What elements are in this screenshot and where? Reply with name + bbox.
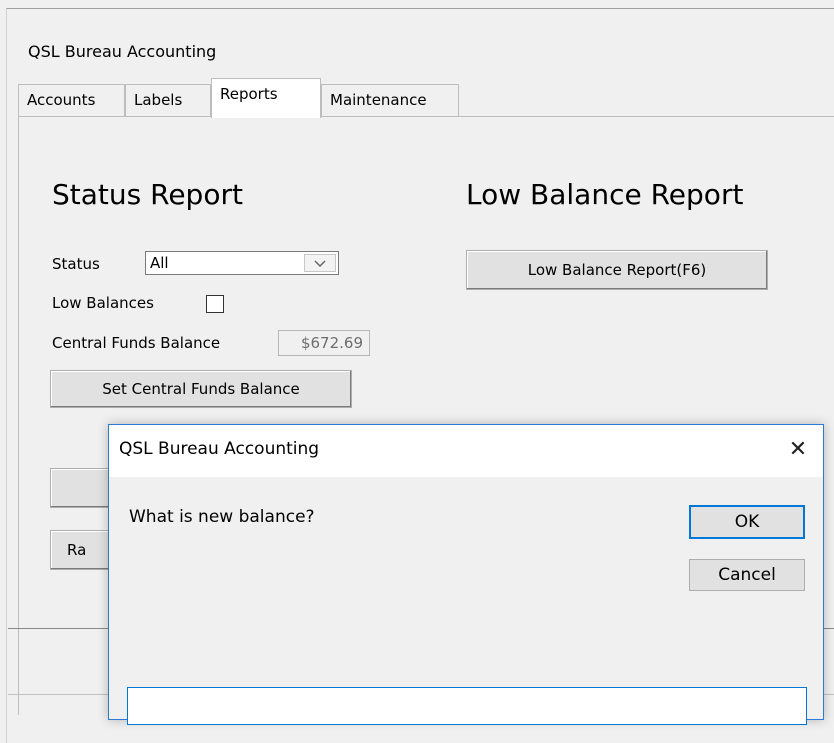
status-select[interactable]: All [145, 251, 339, 275]
tab-maintenance[interactable]: Maintenance [321, 84, 459, 116]
low-balances-checkbox[interactable] [206, 295, 224, 313]
low-balance-report-heading: Low Balance Report [466, 178, 744, 211]
low-balance-report-button[interactable]: Low Balance Report(F6) [466, 250, 768, 290]
dialog-title: QSL Bureau Accounting [119, 439, 320, 459]
close-icon[interactable]: ✕ [775, 427, 821, 473]
window-title: QSL Bureau Accounting [28, 42, 217, 61]
cancel-button[interactable]: Cancel [689, 559, 805, 591]
status-select-value: All [150, 254, 169, 272]
low-balances-label: Low Balances [52, 294, 154, 312]
input-dialog: QSL Bureau Accounting ✕ What is new bala… [108, 424, 824, 725]
chevron-down-icon[interactable] [304, 254, 336, 272]
status-label: Status [52, 255, 100, 273]
dialog-prompt: What is new balance? [129, 507, 315, 527]
dialog-titlebar: QSL Bureau Accounting ✕ [109, 425, 823, 477]
tab-accounts[interactable]: Accounts [18, 84, 125, 116]
raw-report-button-label: Ra [67, 541, 87, 559]
status-report-heading: Status Report [52, 178, 243, 211]
tab-reports[interactable]: Reports [211, 78, 321, 118]
tab-labels[interactable]: Labels [125, 84, 211, 116]
new-balance-input[interactable] [127, 687, 807, 725]
ok-button[interactable]: OK [689, 505, 805, 539]
central-funds-balance-field: $672.69 [278, 330, 370, 356]
central-funds-label: Central Funds Balance [52, 334, 221, 352]
set-central-funds-balance-button[interactable]: Set Central Funds Balance [50, 370, 352, 408]
